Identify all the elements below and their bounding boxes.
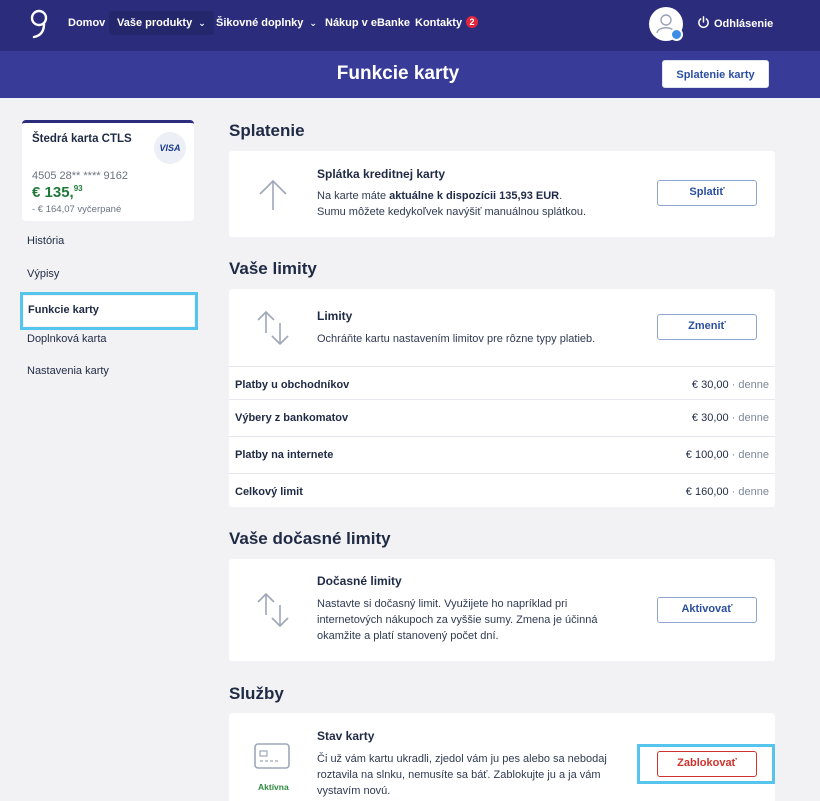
card-status-badge: Aktívna — [258, 782, 289, 792]
limit-row: Výbery z bankomatov € 30,00 · denne — [229, 399, 775, 436]
temp-limits-panel: Dočasné limity Nastavte si dočasný limit… — [229, 559, 775, 661]
sidebar-item-history[interactable]: História — [27, 235, 64, 247]
change-limits-button[interactable]: Zmeniť — [657, 314, 757, 340]
nav-contacts[interactable]: Kontakty 2 — [407, 11, 486, 35]
card-summary[interactable]: Štedrá karta CTLS VISA 4505 28** **** 91… — [22, 120, 194, 221]
sidebar-item-card-settings[interactable]: Nastavenia karty — [27, 365, 109, 377]
repayment-panel: Splátka kreditnej karty Na karte máte ak… — [229, 151, 775, 237]
logout-button[interactable]: Odhlásenie — [697, 13, 773, 35]
visa-logo-icon: VISA — [154, 132, 186, 164]
block-card-button[interactable]: Zablokovať — [657, 751, 757, 777]
limit-row: Celkový limit € 160,00 · denne — [229, 473, 775, 510]
section-heading-temp-limits: Vaše dočasné limity — [229, 529, 391, 548]
arrows-up-down-icon — [257, 592, 289, 628]
section-heading-services: Služby — [229, 684, 284, 703]
repayment-title: Splátka kreditnej karty — [317, 167, 446, 181]
section-heading-limits: Vaše limity — [229, 259, 317, 278]
page-header: Funkcie karty Splatenie karty — [0, 51, 820, 98]
repay-card-button[interactable]: Splatenie karty — [662, 60, 769, 88]
card-used-amount: - € 164,07 vyčerpané — [32, 204, 122, 215]
limit-row: Platby na internete € 100,00 · denne — [229, 436, 775, 473]
sidebar-item-label: Funkcie karty — [28, 304, 99, 316]
repay-button[interactable]: Splatiť — [657, 180, 757, 206]
sidebar-item-additional-card[interactable]: Doplnková karta — [27, 333, 107, 345]
temp-limits-title: Dočasné limity — [317, 574, 402, 588]
activate-button[interactable]: Aktivovať — [657, 597, 757, 623]
bank-logo[interactable] — [29, 9, 49, 39]
nav-products[interactable]: Vaše produkty ⌄ — [109, 11, 214, 35]
top-navigation: Domov Vaše produkty ⌄ Šikovné doplnky ⌄ Ná… — [0, 0, 820, 51]
power-icon — [698, 16, 709, 28]
notification-badge: 2 — [466, 16, 479, 28]
card-name: Štedrá karta CTLS — [32, 133, 132, 145]
nav-addons[interactable]: Šikovné doplnky ⌄ — [208, 11, 325, 35]
arrows-up-down-icon — [257, 310, 289, 346]
repayment-text: Na karte máte aktuálne k dispozícii 135,… — [317, 190, 587, 218]
chevron-down-icon: ⌄ — [198, 18, 206, 28]
nav-shopping[interactable]: Nákup v eBanke — [317, 11, 418, 35]
section-heading-repayment: Splatenie — [229, 121, 305, 140]
credit-card-icon — [254, 743, 290, 769]
arrow-up-icon — [259, 179, 287, 210]
sidebar-item-statements[interactable]: Výpisy — [27, 268, 59, 280]
card-balance: € 135,93 — [32, 184, 83, 201]
temp-limits-text: Nastavte si dočasný limit. Využijete ho … — [317, 598, 598, 642]
chevron-down-icon: ⌄ — [309, 18, 317, 28]
settings-badge-icon — [670, 28, 683, 41]
card-number: 4505 28** **** 9162 — [32, 170, 129, 182]
card-status-text: Či už vám kartu ukradli, zjedol vám ju p… — [317, 753, 607, 797]
limits-title: Limity — [317, 309, 353, 323]
limit-row: Platby u obchodníkov € 30,00 · denne — [229, 366, 775, 403]
sidebar-item-card-functions[interactable]: Funkcie karty — [20, 292, 198, 330]
card-status-title: Stav karty — [317, 729, 375, 743]
limits-text: Ochráňte kartu nastavením limitov pre rô… — [317, 333, 596, 345]
nav-home[interactable]: Domov — [60, 11, 113, 35]
limits-panel: Limity Ochráňte kartu nastavením limitov… — [229, 289, 775, 507]
